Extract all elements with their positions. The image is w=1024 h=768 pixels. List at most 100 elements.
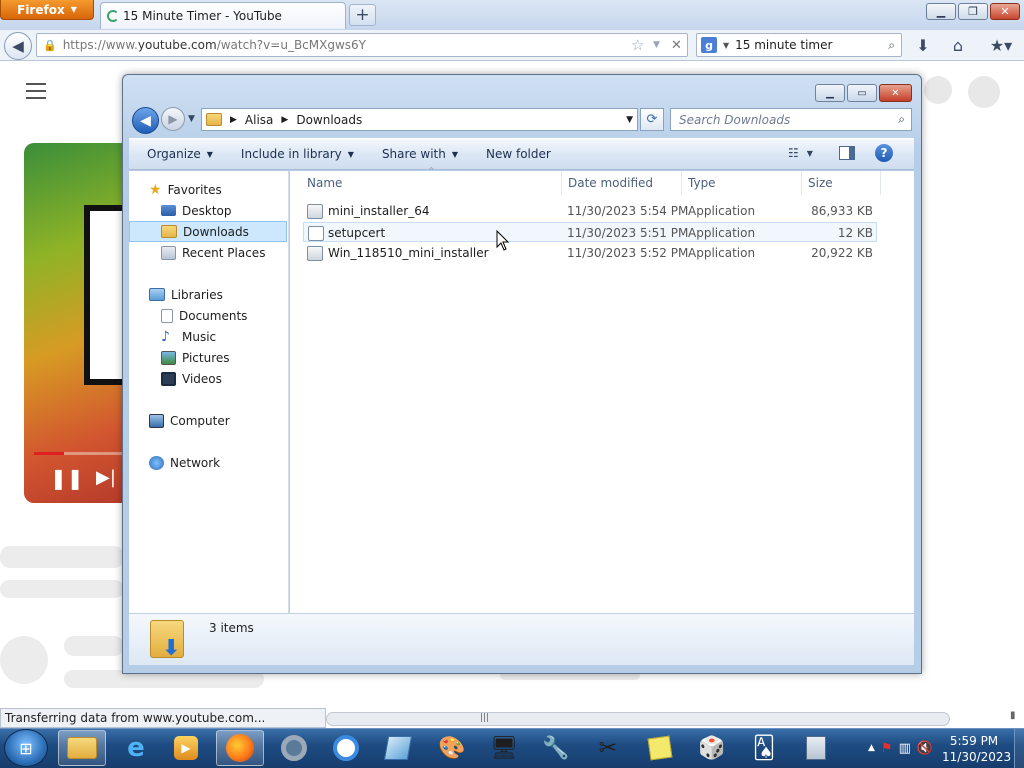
computer-icon: 🖥: [490, 735, 518, 761]
clock[interactable]: 5:59 PM 11/30/2023: [942, 733, 1011, 765]
resize-grip-icon[interactable]: ▮: [1010, 710, 1022, 726]
taskbar-firefox[interactable]: [216, 730, 264, 766]
windows-logo-icon: ⊞: [19, 738, 33, 758]
url-bar[interactable]: 🔒 https://www.youtube.com/watch?v=u_BcMX…: [36, 33, 688, 57]
stop-icon[interactable]: ✕: [671, 38, 682, 53]
search-bar[interactable]: g ▼ 15 minute timer ⌕: [696, 33, 902, 57]
column-divider[interactable]: [681, 171, 682, 195]
breadcrumb-separator-icon[interactable]: ▶: [281, 115, 288, 125]
taskbar-snipping[interactable]: ✂: [584, 730, 632, 766]
pause-icon[interactable]: ❚❚: [50, 466, 84, 490]
file-name: setupcert: [328, 226, 386, 240]
firefox-menu-button[interactable]: Firefox ▼: [0, 0, 94, 20]
show-hidden-icons-icon[interactable]: ▲: [868, 743, 875, 753]
nav-pictures[interactable]: Pictures: [129, 347, 287, 368]
new-folder-button[interactable]: New folder: [476, 147, 561, 161]
column-header-date-modified[interactable]: Date modified: [568, 176, 653, 190]
column-divider[interactable]: [801, 171, 802, 195]
organize-button[interactable]: Organize ▼: [137, 147, 223, 161]
minimize-button[interactable]: ▁: [926, 3, 956, 20]
taskbar-browser[interactable]: [322, 730, 370, 766]
home-icon[interactable]: ⌂: [947, 35, 969, 55]
explorer-minimize-button[interactable]: ▁: [815, 84, 845, 102]
back-button[interactable]: ◀: [4, 32, 32, 60]
taskbar-chrome[interactable]: [270, 730, 318, 766]
change-view-icon[interactable]: ☷: [788, 146, 799, 160]
action-center-icon[interactable]: ⚑: [881, 741, 893, 756]
folder-icon: [67, 737, 97, 759]
nav-downloads[interactable]: Downloads: [129, 221, 287, 242]
share-with-button[interactable]: Share with ▼: [372, 147, 468, 161]
taskbar-internet-explorer[interactable]: e: [112, 730, 160, 766]
explorer-forward-button[interactable]: ▶: [161, 107, 185, 131]
taskbar-games[interactable]: 🎲: [688, 730, 736, 766]
preview-pane-icon[interactable]: [838, 146, 855, 160]
taskbar-calculator[interactable]: [792, 730, 840, 766]
taskbar-media-player[interactable]: ▶: [162, 730, 210, 766]
nav-recent-places[interactable]: Recent Places: [129, 242, 287, 263]
nav-network[interactable]: Network: [129, 452, 287, 473]
nav-libraries[interactable]: Libraries: [129, 284, 287, 305]
search-input[interactable]: 15 minute timer: [735, 38, 832, 52]
search-icon[interactable]: ⌕: [898, 112, 905, 127]
taskbar-solitaire[interactable]: 🂡: [740, 730, 788, 766]
column-header-size[interactable]: Size: [808, 176, 833, 190]
explorer-search-input[interactable]: Search Downloads ⌕: [670, 108, 912, 131]
nav-documents[interactable]: Documents: [129, 305, 287, 326]
search-icon[interactable]: ⌕: [888, 38, 895, 53]
column-divider[interactable]: [880, 171, 881, 195]
start-button[interactable]: ⊞: [4, 729, 48, 767]
breadcrumb-separator-icon[interactable]: ▶: [230, 115, 237, 125]
nav-videos[interactable]: Videos: [129, 368, 287, 389]
nav-music[interactable]: ♪ Music: [129, 326, 287, 347]
taskbar-tool[interactable]: 🔧: [532, 730, 580, 766]
nav-favorites[interactable]: ★ Favorites: [129, 179, 287, 200]
include-in-library-button[interactable]: Include in library ▼: [231, 147, 364, 161]
file-size: 20,922 KB: [811, 246, 873, 260]
breadcrumb-alisa[interactable]: Alisa: [245, 113, 273, 127]
taskbar-paint[interactable]: 🎨: [428, 730, 476, 766]
nav-desktop[interactable]: Desktop: [129, 200, 287, 221]
bookmarks-menu-icon[interactable]: ★▾: [984, 35, 1018, 55]
volume-muted-icon[interactable]: 🔇: [917, 741, 933, 756]
menu-icon[interactable]: [26, 83, 46, 99]
address-dropdown-icon[interactable]: ▼: [626, 115, 633, 125]
taskbar-explorer[interactable]: [58, 730, 106, 766]
google-icon[interactable]: g: [701, 37, 717, 53]
refresh-icon[interactable]: ⟳: [640, 108, 664, 131]
explorer-maximize-button[interactable]: ▭: [847, 84, 877, 102]
history-dropdown-icon[interactable]: ▼: [653, 40, 660, 50]
address-bar[interactable]: ▶ Alisa ▶ Downloads ▼: [201, 108, 638, 131]
recent-pages-dropdown-icon[interactable]: ▼: [188, 114, 195, 124]
close-button[interactable]: ✕: [990, 3, 1020, 20]
bookmark-star-icon[interactable]: ☆: [631, 36, 644, 54]
music-icon: ♪: [161, 328, 170, 345]
help-icon[interactable]: ?: [874, 144, 893, 162]
file-row[interactable]: mini_installer_64 11/30/2023 5:54 PM App…: [303, 201, 877, 221]
explorer-back-button[interactable]: ◀: [132, 107, 159, 134]
file-row[interactable]: Win_118510_mini_installer 11/30/2023 5:5…: [303, 243, 877, 263]
scrollbar-grip-icon[interactable]: |||: [480, 713, 490, 725]
horizontal-scrollbar[interactable]: [326, 712, 950, 726]
download-icon[interactable]: ⬇: [912, 35, 934, 55]
new-tab-button[interactable]: +: [349, 4, 376, 26]
file-row[interactable]: setupcert 11/30/2023 5:51 PM Application…: [303, 222, 877, 242]
show-desktop-button[interactable]: [1014, 729, 1024, 768]
search-placeholder: Search Downloads: [679, 112, 791, 127]
column-divider[interactable]: [561, 171, 562, 195]
nav-computer[interactable]: Computer: [129, 410, 287, 431]
taskbar-remote[interactable]: 🖥: [480, 730, 528, 766]
placeholder-circle: [968, 76, 1000, 108]
column-header-type[interactable]: Type: [688, 176, 716, 190]
column-header-name[interactable]: Name: [307, 176, 342, 190]
restore-button[interactable]: ❐: [958, 3, 988, 20]
breadcrumb-downloads[interactable]: Downloads: [296, 113, 362, 127]
browser-tab[interactable]: 15 Minute Timer - YouTube: [100, 2, 346, 29]
taskbar-sticky-notes[interactable]: [636, 730, 684, 766]
view-dropdown-icon[interactable]: ▼: [807, 149, 813, 158]
explorer-close-button[interactable]: ✕: [879, 84, 912, 102]
network-status-icon[interactable]: ▥: [899, 741, 911, 756]
recent-places-icon: [161, 245, 176, 260]
next-icon[interactable]: ▶|: [96, 467, 116, 488]
taskbar-app[interactable]: [374, 730, 422, 766]
